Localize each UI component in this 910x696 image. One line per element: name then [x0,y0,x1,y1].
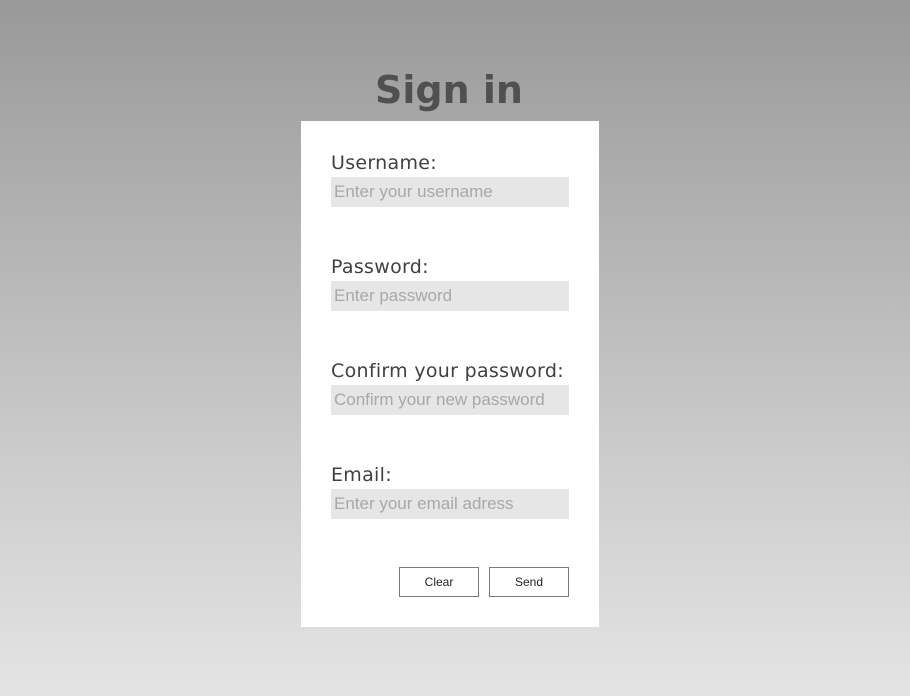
username-label: Username: [331,152,437,174]
email-input[interactable] [331,489,569,519]
password-input[interactable] [331,281,569,311]
page-title: Sign in [375,68,523,112]
clear-button[interactable]: Clear [399,567,479,597]
confirm-password-input[interactable] [331,385,569,415]
password-label: Password: [331,256,429,278]
send-button[interactable]: Send [489,567,569,597]
username-input[interactable] [331,177,569,207]
sign-in-form: Username: Password: Confirm your passwor… [301,121,599,627]
confirm-password-label: Confirm your password: [331,360,564,382]
email-label: Email: [331,464,392,486]
